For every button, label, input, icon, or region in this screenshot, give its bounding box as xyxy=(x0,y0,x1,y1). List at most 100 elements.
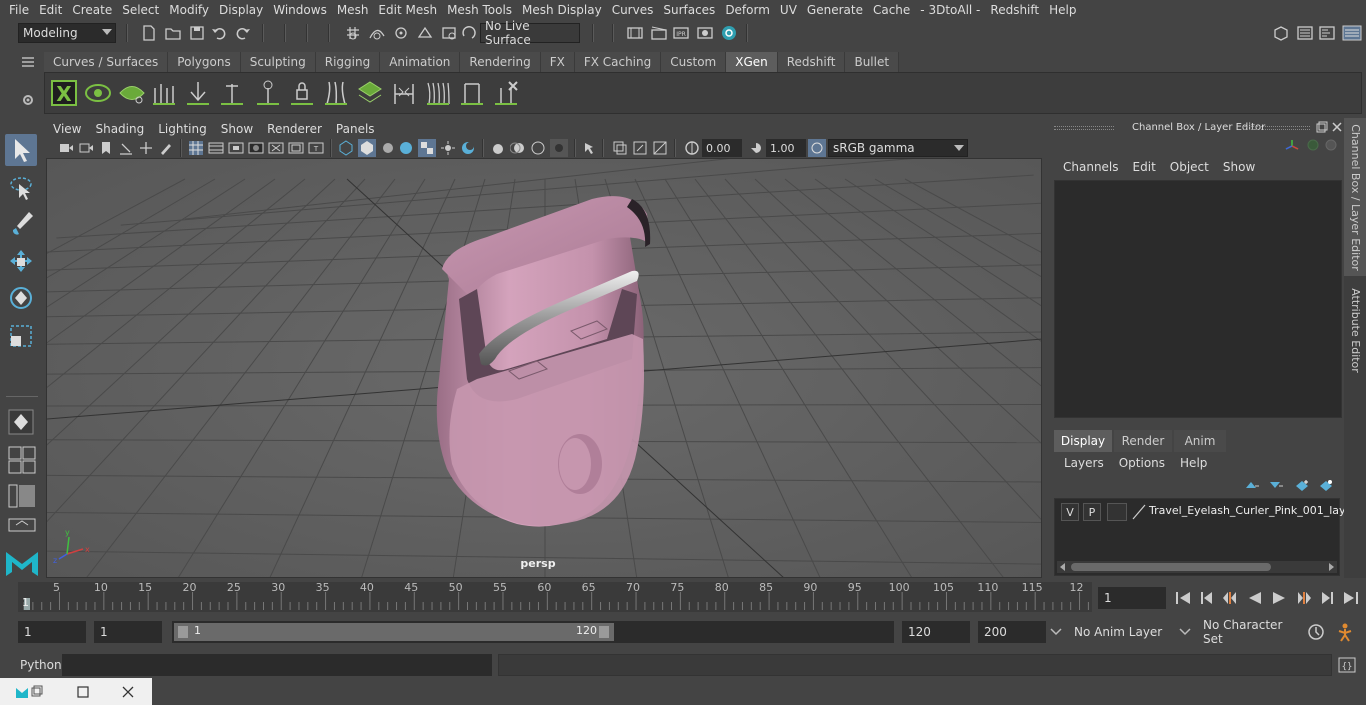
layer-menu-help[interactable]: Help xyxy=(1178,456,1214,470)
shelf-tab-custom[interactable]: Custom xyxy=(661,52,727,72)
smooth-shade-icon[interactable] xyxy=(358,139,376,157)
wireframe-on-shaded-icon[interactable] xyxy=(398,140,414,156)
scroll-left-icon[interactable] xyxy=(1059,563,1067,571)
save-scene-icon[interactable] xyxy=(188,24,206,42)
viewport-menu-renderer[interactable]: Renderer xyxy=(260,122,329,136)
grid-toggle-icon[interactable] xyxy=(188,140,204,156)
animation-start-field[interactable]: 1 xyxy=(18,621,86,643)
layer-name[interactable]: Travel_Eyelash_Curler_Pink_001_layer xyxy=(1149,504,1357,517)
layer-menu-layers[interactable]: Layers xyxy=(1062,456,1111,470)
scale-tool[interactable] xyxy=(5,320,37,352)
gear-icon[interactable] xyxy=(20,92,36,108)
xray-icon[interactable] xyxy=(612,140,628,156)
channel-menu-channels[interactable]: Channels xyxy=(1056,160,1126,174)
make-live-icon[interactable] xyxy=(460,24,478,42)
new-layer-icon[interactable] xyxy=(1294,478,1310,492)
channel-box-icon[interactable] xyxy=(1342,24,1362,42)
default-material-icon[interactable] xyxy=(380,140,396,156)
anim-layer-dropdown[interactable]: No Anim Layer xyxy=(1068,621,1174,643)
shelf-tab-sculpting[interactable]: Sculpting xyxy=(240,52,316,72)
select-tool[interactable] xyxy=(5,134,37,166)
menu-3dtoall[interactable]: - 3DtoAll - xyxy=(915,3,985,17)
scrollbar-thumb[interactable] xyxy=(1071,563,1271,571)
shelf-tab-animation[interactable]: Animation xyxy=(380,52,461,72)
menu-help[interactable]: Help xyxy=(1044,3,1081,17)
auto-key-icon[interactable] xyxy=(1306,622,1326,642)
range-slider[interactable]: 1 120 xyxy=(172,621,894,643)
panel-grip[interactable] xyxy=(1244,126,1310,130)
go-to-end-icon[interactable] xyxy=(1342,590,1360,606)
snap-curve-icon[interactable] xyxy=(368,24,386,42)
shelf-tab-bullet[interactable]: Bullet xyxy=(845,52,900,72)
shelf-tab-rendering[interactable]: Rendering xyxy=(460,52,541,72)
current-frame-field[interactable]: 1 xyxy=(1098,587,1166,609)
color-space-dropdown[interactable]: sRGB gamma xyxy=(828,139,968,157)
close-window-icon[interactable] xyxy=(121,685,135,699)
xray-joints-icon[interactable] xyxy=(632,140,648,156)
tool-settings-icon[interactable] xyxy=(1318,24,1336,42)
shelf-tab-curves-surfaces[interactable]: Curves / Surfaces xyxy=(44,52,169,72)
viewport-menu-view[interactable]: View xyxy=(46,122,88,136)
shelf-tab-fx-caching[interactable]: FX Caching xyxy=(574,52,662,72)
gamma-field[interactable]: 1.00 xyxy=(766,139,806,157)
screen-space-ao-icon[interactable] xyxy=(490,140,506,156)
chevron-down-icon[interactable] xyxy=(1179,627,1191,637)
playback-end-field[interactable]: 120 xyxy=(902,621,970,643)
camera-attributes-icon[interactable] xyxy=(78,140,94,156)
step-back-icon[interactable] xyxy=(1198,590,1216,606)
color-management-toggle-icon[interactable] xyxy=(808,139,826,157)
last-tool[interactable] xyxy=(5,406,37,438)
wireframe-icon[interactable] xyxy=(338,140,354,156)
shelf-menu-icon[interactable] xyxy=(20,54,36,70)
grease-pencil-icon[interactable] xyxy=(158,140,174,156)
menu-file[interactable]: File xyxy=(4,3,34,17)
anti-aliasing-icon[interactable] xyxy=(530,140,546,156)
play-forwards-icon[interactable] xyxy=(1270,590,1288,606)
lasso-tool[interactable] xyxy=(5,172,37,204)
open-scene-icon[interactable] xyxy=(164,24,182,42)
xgen-delete-guide-icon[interactable] xyxy=(491,78,521,108)
menu-curves[interactable]: Curves xyxy=(607,3,659,17)
xgen-sculpt-guide-icon[interactable] xyxy=(321,78,351,108)
menu-modify[interactable]: Modify xyxy=(164,3,214,17)
character-set-dropdown[interactable]: No Character Set xyxy=(1197,618,1297,646)
modeling-toolkit-icon[interactable] xyxy=(1272,24,1290,42)
xgen-add-guide-icon[interactable] xyxy=(217,78,247,108)
layer-scrollbar[interactable] xyxy=(1057,561,1337,573)
menu-mesh[interactable]: Mesh xyxy=(332,3,374,17)
exposure-field[interactable]: 0.00 xyxy=(702,139,742,157)
live-surface-field[interactable]: No Live Surface xyxy=(480,19,580,47)
menu-deform[interactable]: Deform xyxy=(720,3,775,17)
new-layer-selected-icon[interactable] xyxy=(1318,478,1334,492)
manipulator-axis-icon[interactable] xyxy=(1284,138,1300,154)
chevron-down-icon[interactable] xyxy=(1050,627,1062,637)
xgen-description-icon[interactable] xyxy=(117,78,147,108)
snap-surface-icon[interactable] xyxy=(440,24,458,42)
layer-color-icon[interactable] xyxy=(1131,504,1147,520)
layer-playback-toggle[interactable]: P xyxy=(1083,503,1101,521)
exposure-icon[interactable] xyxy=(684,140,700,156)
depth-of-field-icon[interactable] xyxy=(550,139,568,157)
2d-pan-zoom-icon[interactable] xyxy=(138,140,154,156)
gamma-icon[interactable] xyxy=(748,140,764,156)
shelf-tab-fx[interactable]: FX xyxy=(540,52,575,72)
step-back-key-icon[interactable] xyxy=(1222,590,1240,606)
viewport-menu-show[interactable]: Show xyxy=(214,122,260,136)
film-gate-icon[interactable] xyxy=(208,140,224,156)
hypershade-icon[interactable] xyxy=(696,24,714,42)
render-frame-icon[interactable] xyxy=(650,24,668,42)
xgen-cut-icon[interactable] xyxy=(457,78,487,108)
xgen-guides-icon[interactable] xyxy=(149,78,179,108)
shelf-tab-polygons[interactable]: Polygons xyxy=(168,52,241,72)
menu-display[interactable]: Display xyxy=(214,3,268,17)
layer-menu-options[interactable]: Options xyxy=(1117,456,1172,470)
move-layer-down-icon[interactable] xyxy=(1268,478,1284,492)
viewport-persp[interactable]: x y z persp xyxy=(46,158,1042,578)
animation-end-field[interactable]: 200 xyxy=(978,621,1046,643)
xgen-comb-icon[interactable] xyxy=(423,78,453,108)
xgen-interactive-groom-icon[interactable] xyxy=(389,78,419,108)
safe-title-icon[interactable]: T xyxy=(308,140,324,156)
layout-four-view-icon[interactable] xyxy=(8,446,36,474)
viewport-menu-shading[interactable]: Shading xyxy=(88,122,151,136)
xgen-preview-icon[interactable] xyxy=(83,78,113,108)
